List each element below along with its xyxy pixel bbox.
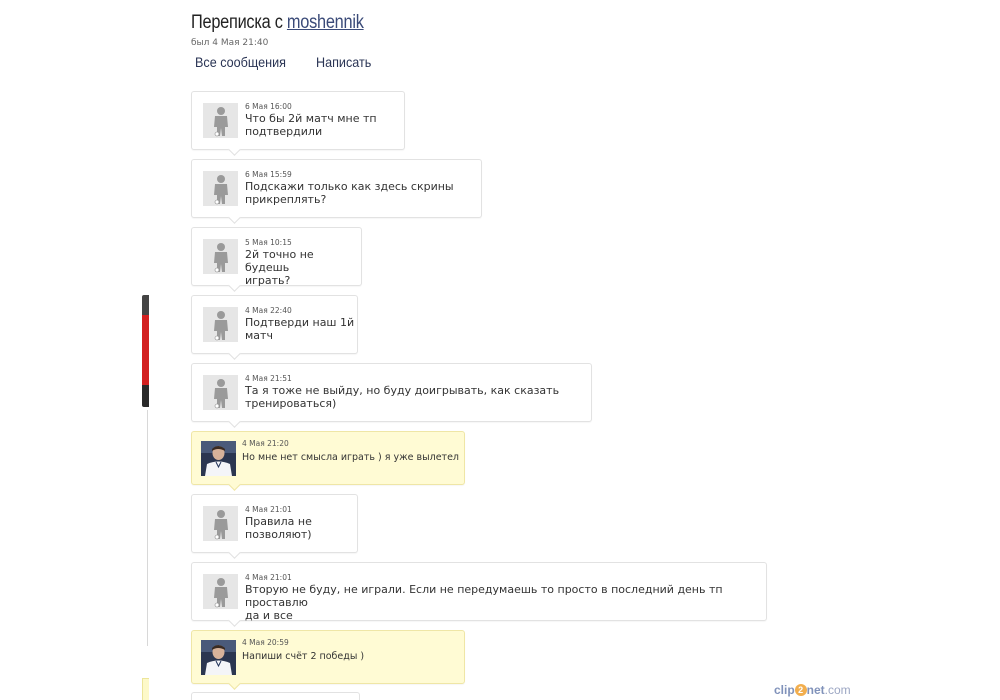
- message-text: Та я тоже не выйду, но буду доигрывать, …: [245, 384, 560, 410]
- message-time: 4 Мая 21:20: [242, 439, 289, 448]
- tab-all-messages[interactable]: Все сообщения: [195, 54, 286, 70]
- message-tabs: Все сообщения Написать: [195, 54, 378, 70]
- own-message-item: 4 Мая 20:59 Напиши счёт 2 победы ): [191, 630, 465, 690]
- page-title-prefix: Переписка с: [191, 12, 283, 33]
- message-time: 4 Мая 22:40: [245, 306, 292, 315]
- message-text: Вторую не буду, не играли. Если не перед…: [245, 583, 723, 622]
- username-link[interactable]: moshennik: [287, 12, 364, 33]
- silhouette-avatar-icon[interactable]: [203, 307, 238, 342]
- message-tail: [228, 211, 241, 224]
- watermark-part: clip: [774, 683, 795, 697]
- watermark-part: 2: [794, 684, 807, 696]
- left-margin: [0, 0, 150, 700]
- message-time: 4 Мая 21:51: [245, 374, 292, 383]
- watermark-part: .com: [824, 683, 851, 697]
- message-item: 6 Мая 16:00 Что бы 2й матч мне тп подтве…: [191, 91, 405, 156]
- message-time: 5 Мая 10:15: [245, 238, 292, 247]
- message-time: 4 Мая 21:01: [245, 573, 292, 582]
- message-tail: [228, 546, 241, 559]
- message-tail: [228, 415, 241, 428]
- silhouette-avatar-icon[interactable]: [203, 375, 238, 410]
- message-text: Напиши счёт 2 победы ): [242, 651, 365, 662]
- message-text: Подтверди наш 1й матч: [245, 316, 355, 342]
- silhouette-avatar-icon[interactable]: [203, 574, 238, 609]
- message-text: 2й точно не будешь играть?: [245, 248, 314, 287]
- message-tail: [228, 614, 241, 627]
- silhouette-avatar-icon[interactable]: [203, 171, 238, 206]
- tab-write[interactable]: Написать: [316, 54, 371, 70]
- side-banner-edge: [142, 295, 149, 407]
- user-photo-avatar[interactable]: [201, 441, 236, 476]
- silhouette-avatar-icon[interactable]: [203, 239, 238, 274]
- message-item: 4 Мая 22:40 Подтверди наш 1й матч: [191, 295, 358, 360]
- message-time: 4 Мая 21:01: [245, 505, 292, 514]
- message-text: Но мне нет смысла играть ) я уже вылетел: [242, 452, 459, 463]
- message-time: 6 Мая 16:00: [245, 102, 292, 111]
- message-item: 5 Мая 10:15 2й точно не будешь играть?: [191, 227, 362, 292]
- message-tail: [228, 279, 241, 292]
- own-message-item: 4 Мая 21:20 Но мне нет смысла играть ) я…: [191, 431, 465, 491]
- message-tail: [228, 347, 241, 360]
- message-text: Что бы 2й матч мне тп подтвердили: [245, 112, 377, 138]
- message-item-partial: [191, 692, 360, 700]
- message-time: 6 Мая 15:59: [245, 170, 292, 179]
- message-tail: [228, 677, 241, 690]
- last-seen-status: был 4 Мая 21:40: [191, 38, 269, 48]
- message-text: Правила не позволяют): [245, 515, 312, 541]
- page-title: Переписка с moshennik: [191, 12, 364, 34]
- message-text: Подскажи только как здесь скрины прикреп…: [245, 180, 454, 206]
- conversation-page: Переписка с moshennik был 4 Мая 21:40 Вс…: [0, 0, 1000, 700]
- side-divider: [147, 410, 148, 646]
- silhouette-avatar-icon[interactable]: [203, 103, 238, 138]
- silhouette-avatar-icon[interactable]: [203, 506, 238, 541]
- message-tail: [228, 478, 241, 491]
- message-time: 4 Мая 20:59: [242, 638, 289, 647]
- message-item: 6 Мая 15:59 Подскажи только как здесь ск…: [191, 159, 482, 224]
- message-item: 4 Мая 21:01 Правила не позволяют): [191, 494, 358, 559]
- watermark-logo: clip 2 net.com: [774, 683, 851, 697]
- message-item: 4 Мая 21:51 Та я тоже не выйду, но буду …: [191, 363, 592, 428]
- side-note-edge: [142, 678, 149, 700]
- message-item: 4 Мая 21:01 Вторую не буду, не играли. Е…: [191, 562, 767, 627]
- watermark-part: net: [806, 683, 825, 697]
- message-tail: [228, 143, 241, 156]
- user-photo-avatar[interactable]: [201, 640, 236, 675]
